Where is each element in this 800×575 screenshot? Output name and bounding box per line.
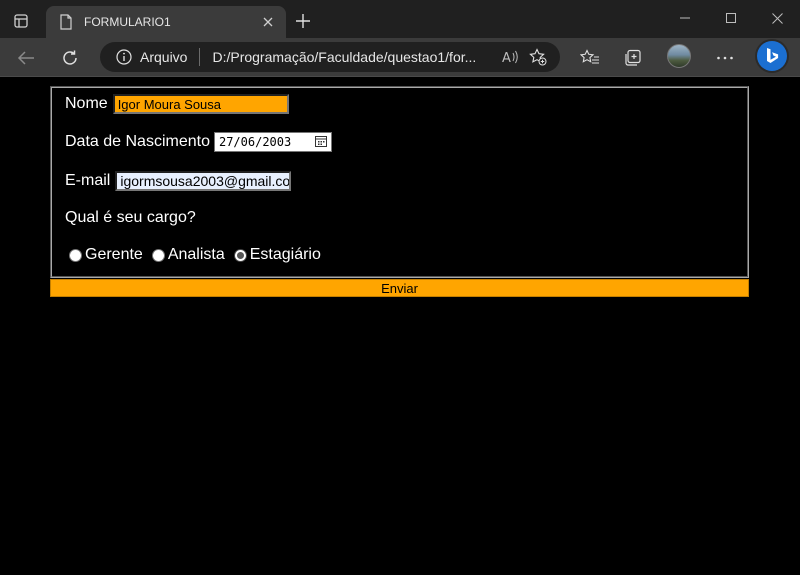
tab-bar: FORMULARIO1 [0, 0, 800, 38]
bing-chat-button[interactable] [757, 41, 787, 71]
radio-gerente[interactable] [69, 249, 82, 262]
read-aloud-icon[interactable]: A [496, 43, 524, 71]
refresh-icon [63, 50, 77, 65]
close-window-button[interactable] [754, 0, 800, 36]
radio-gerente-label: Gerente [85, 246, 143, 263]
bing-icon [767, 48, 779, 63]
radio-estagiario[interactable] [233, 249, 247, 262]
more-options-icon[interactable] [710, 43, 740, 73]
role-question-row: Qual é seu cargo? [65, 209, 196, 227]
back-button[interactable] [11, 43, 41, 73]
maximize-icon [726, 13, 736, 23]
plus-icon [296, 14, 310, 28]
calendar-icon[interactable] [314, 135, 327, 150]
info-icon[interactable] [114, 47, 134, 67]
role-radio-group: Gerente Analista Estagiário [69, 246, 330, 264]
name-input[interactable]: Igor Moura Sousa [112, 94, 289, 114]
email-label: E-mail [65, 172, 111, 189]
minimize-button[interactable] [662, 0, 708, 36]
browser-tab[interactable]: FORMULARIO1 [46, 6, 286, 38]
address-bar[interactable]: Arquivo D:/Programação/Faculdade/questao… [100, 42, 560, 72]
window-controls [662, 0, 800, 36]
birth-date-value: 27/06/2003 [218, 135, 292, 149]
new-tab-button[interactable] [290, 8, 316, 34]
birth-label: Data de Nascimento [65, 133, 210, 150]
minimize-icon [680, 17, 690, 19]
close-icon [771, 12, 783, 24]
profile-avatar[interactable] [667, 44, 691, 68]
radio-estagiario-label: Estagiário [249, 246, 321, 263]
radio-analista[interactable] [151, 249, 165, 262]
arrow-left-icon [17, 51, 34, 65]
birth-date-input[interactable]: 27/06/2003 [213, 132, 332, 152]
name-label: Nome [65, 95, 108, 112]
radio-analista-label: Analista [167, 246, 225, 263]
name-row: Nome Igor Moura Sousa [65, 94, 289, 114]
favorites-icon[interactable] [575, 43, 605, 73]
address-url[interactable]: D:/Programação/Faculdade/questao1/for... [212, 49, 496, 65]
add-favorite-icon[interactable] [524, 43, 552, 71]
document-icon [58, 14, 74, 30]
birth-row: Data de Nascimento 27/06/2003 [65, 132, 332, 152]
tab-actions-icon [14, 14, 28, 28]
maximize-button[interactable] [708, 0, 754, 36]
refresh-button[interactable] [55, 43, 85, 73]
collections-icon[interactable] [618, 43, 648, 73]
tab-actions-button[interactable] [6, 8, 36, 34]
form-fieldset: Nome Igor Moura Sousa Data de Nascimento… [50, 86, 749, 278]
address-separator [199, 48, 201, 66]
address-scheme: Arquivo [140, 49, 188, 65]
tab-title: FORMULARIO1 [84, 15, 171, 29]
email-input[interactable]: igormsousa2003@gmail.com [115, 171, 292, 191]
tab-close-icon[interactable] [256, 10, 280, 34]
svg-text:A: A [502, 51, 511, 65]
role-question: Qual é seu cargo? [65, 209, 196, 226]
submit-button[interactable]: Enviar [50, 279, 749, 297]
email-row: E-mail igormsousa2003@gmail.com [65, 171, 292, 191]
